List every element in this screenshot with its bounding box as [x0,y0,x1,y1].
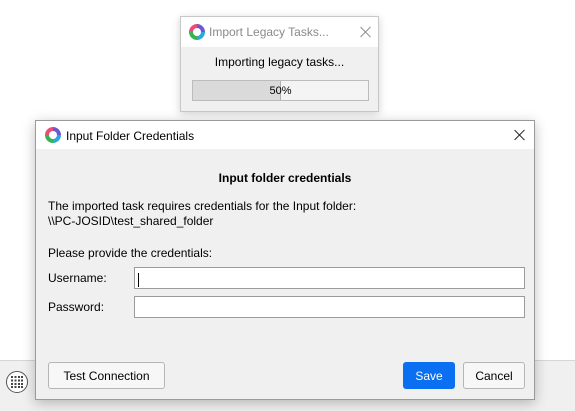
progress-dialog-title: Import Legacy Tasks... [209,25,329,39]
folder-path: \\PC-JOSID\test_shared_folder [48,214,214,228]
close-icon[interactable] [359,25,373,39]
cancel-button[interactable]: Cancel [463,362,525,389]
close-icon[interactable] [513,128,527,142]
app-logo-icon [189,24,205,40]
text-caret [138,273,139,287]
password-label: Password: [48,300,105,314]
description-text: The imported task requires credentials f… [48,199,357,213]
progress-bar: 50% [192,80,369,101]
test-connection-button[interactable]: Test Connection [48,362,165,389]
input-folder-credentials-dialog: Input Folder Credentials Input folder cr… [35,120,535,400]
credentials-titlebar: Input Folder Credentials [36,121,534,149]
username-label: Username: [48,271,107,285]
save-button[interactable]: Save [403,362,455,389]
progress-percent-label: 50% [269,85,292,97]
dialog-heading: Input folder credentials [218,171,352,185]
grid-circle-icon[interactable] [6,371,28,393]
progress-message: Importing legacy tasks... [214,55,345,69]
credentials-prompt: Please provide the credentials: [48,246,213,260]
app-logo-icon [45,127,61,143]
credentials-dialog-title: Input Folder Credentials [66,129,195,143]
username-field[interactable] [134,267,525,289]
import-progress-dialog: Import Legacy Tasks... Importing legacy … [180,16,379,112]
password-field[interactable] [134,296,525,318]
progress-titlebar: Import Legacy Tasks... [181,17,378,47]
